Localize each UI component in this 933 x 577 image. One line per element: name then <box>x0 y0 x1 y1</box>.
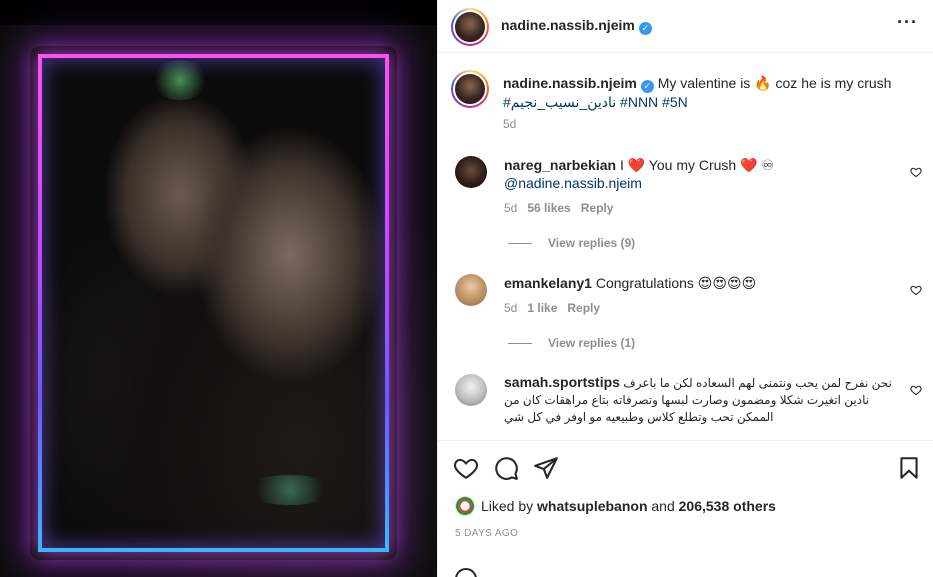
comment-text: I ❤️ You my Crush ❤️ ♾ <box>619 157 774 173</box>
comment-username[interactable]: nareg_narbekian <box>504 157 616 173</box>
comment-meta: 5d 1 like Reply <box>504 301 600 315</box>
caption-hashtags[interactable]: #نادين_نسيب_نجيم #NNN #5N <box>503 94 688 110</box>
replies-divider <box>508 243 532 245</box>
emoji-icon[interactable] <box>455 568 477 577</box>
post-photo[interactable] <box>0 0 437 577</box>
caption-body: My valentine is 🔥 coz he is my crush <box>657 75 892 91</box>
comment-body: nareg_narbekian I ❤️ You my Crush ❤️ ♾ @… <box>504 156 904 192</box>
verified-badge-icon: ✓ <box>638 22 652 35</box>
comment-icon[interactable] <box>493 455 519 481</box>
comment-time[interactable]: 5d <box>504 301 517 315</box>
more-options-icon[interactable]: ··· <box>897 12 918 33</box>
comment-username[interactable]: samah.sportstips <box>504 374 620 390</box>
author-username[interactable]: nadine.nassib.njeim ✓ <box>501 17 652 35</box>
heart-icon[interactable] <box>910 166 922 178</box>
commenter-avatar[interactable] <box>455 374 487 406</box>
view-replies-button[interactable]: View replies (9) <box>508 236 635 250</box>
caption-avatar[interactable] <box>451 70 489 108</box>
photo-top-bar <box>0 0 437 25</box>
heart-icon[interactable] <box>910 284 922 296</box>
post-actions <box>438 440 933 494</box>
caption-username[interactable]: nadine.nassib.njeim <box>503 75 637 91</box>
author-avatar[interactable] <box>451 8 489 46</box>
likes-count[interactable]: 206,538 others <box>679 498 776 514</box>
neon-frame <box>38 54 389 552</box>
liker-username[interactable]: whatsuplebanon <box>537 498 647 514</box>
liker-avatar[interactable] <box>455 496 475 516</box>
post-date[interactable]: 5 DAYS AGO <box>455 528 518 539</box>
comment-time[interactable]: 5d <box>504 201 517 215</box>
comment-meta: 5d 56 likes Reply <box>504 201 613 215</box>
heart-icon[interactable] <box>453 455 479 481</box>
likes-summary: Liked by whatsuplebanon and 206,538 othe… <box>455 496 776 516</box>
comment-body: emankelany1 Congratulations 😍😍😍😍 <box>504 274 904 292</box>
comment-likes[interactable]: 1 like <box>527 301 557 315</box>
post-header: nadine.nassib.njeim ✓ ··· <box>438 0 933 53</box>
post-side-panel: nadine.nassib.njeim ✓ ··· nadine.nassib.n… <box>437 0 933 577</box>
commenter-avatar[interactable] <box>455 274 487 306</box>
caption-time[interactable]: 5d <box>503 117 516 131</box>
view-replies-button[interactable]: View replies (1) <box>508 336 635 350</box>
reply-button[interactable]: Reply <box>581 201 614 215</box>
share-icon[interactable] <box>533 455 559 481</box>
verified-badge-icon: ✓ <box>640 80 654 93</box>
heart-icon[interactable] <box>910 384 922 396</box>
comment-text: Congratulations 😍😍😍😍 <box>595 275 757 291</box>
caption-text: nadine.nassib.njeim ✓ My valentine is 🔥 c… <box>503 74 918 111</box>
comment-mention[interactable]: @nadine.nassib.njeim <box>504 175 642 191</box>
comment-username[interactable]: emankelany1 <box>504 275 592 291</box>
commenter-avatar[interactable] <box>455 156 487 188</box>
reply-button[interactable]: Reply <box>567 301 600 315</box>
comment-body: samah.sportstips نحن نفرح لمن يحب ونتمنى… <box>504 374 904 426</box>
bookmark-icon[interactable] <box>896 455 922 481</box>
replies-divider <box>508 343 532 345</box>
comment-likes[interactable]: 56 likes <box>527 201 570 215</box>
